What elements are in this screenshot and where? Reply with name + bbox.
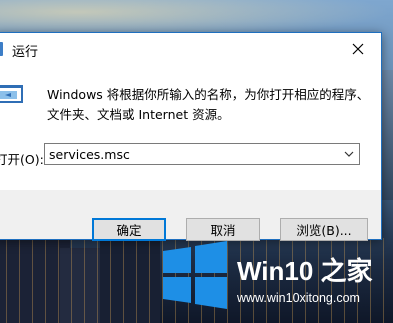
description-line: 文件夹、文档或 Internet 资源。 xyxy=(47,107,230,122)
chevron-down-icon[interactable] xyxy=(339,144,359,164)
watermark-url: www.win10xitong.com xyxy=(237,291,360,305)
close-icon xyxy=(352,43,364,55)
dialog-description: Windows 将根据你所输入的名称，为你打开相应的程序、 文件夹、文档或 In… xyxy=(47,85,372,125)
dialog-body xyxy=(0,65,381,190)
watermark-logo: Win10 之家 www.win10xitong.com xyxy=(155,235,393,323)
windows-logo-icon xyxy=(163,241,227,309)
open-label: 打开(O): xyxy=(0,152,44,167)
close-button[interactable] xyxy=(335,33,381,65)
watermark-brand: Win10 之家 xyxy=(237,256,373,286)
run-dialog: 运行 Windows 将根据你所输入的名称，为你打开相应的程序、 文件夹、文档或… xyxy=(0,32,382,241)
run-app-icon xyxy=(0,42,3,56)
run-program-icon xyxy=(0,85,23,103)
title-bar: 运行 xyxy=(0,33,381,65)
dialog-title: 运行 xyxy=(12,45,39,60)
description-line: Windows 将根据你所输入的名称，为你打开相应的程序、 xyxy=(47,87,370,102)
command-input[interactable] xyxy=(49,145,329,163)
command-combobox[interactable] xyxy=(44,143,360,165)
